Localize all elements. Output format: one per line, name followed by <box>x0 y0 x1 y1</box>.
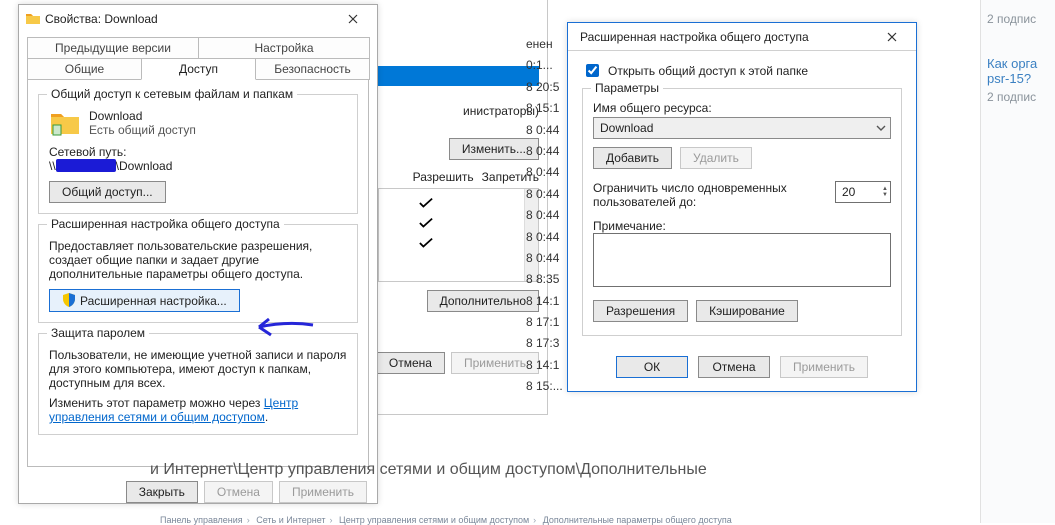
add-share-button[interactable]: Добавить <box>593 147 672 169</box>
note-label: Примечание: <box>593 219 891 233</box>
tab-security[interactable]: Безопасность <box>255 58 370 80</box>
remove-share-button: Удалить <box>680 147 752 169</box>
tabs: Предыдущие версии Настройка Общие Доступ… <box>19 33 377 80</box>
limit-value: 20 <box>842 185 855 199</box>
titlebar[interactable]: Свойства: Download <box>19 5 377 33</box>
sidebar-sub-top: 2 подпис <box>987 12 1049 26</box>
open-share-checkbox-row[interactable]: Открыть общий доступ к этой папке <box>582 61 902 80</box>
advanced-desc: Предоставляет пользовательские разрешени… <box>49 239 347 281</box>
group-network-sharing: Общий доступ к сетевым файлам и папкам D… <box>38 94 358 214</box>
shared-status: Есть общий доступ <box>89 123 196 137</box>
breadcrumb-large: и Интернет\Центр управления сетями и общ… <box>150 461 707 479</box>
close-icon <box>348 14 358 24</box>
params-fieldset: Параметры Имя общего ресурса: Download Д… <box>582 88 902 336</box>
caching-button[interactable]: Кэширование <box>696 300 798 322</box>
adv-footer: ОК Отмена Применить <box>568 346 916 388</box>
adv-body: Открыть общий доступ к этой папке Параме… <box>568 51 916 346</box>
cancel-footer-button: Отмена <box>204 481 273 503</box>
network-path: \\\Download <box>49 159 347 173</box>
share-name-label: Имя общего ресурса: <box>593 101 891 115</box>
group-advanced-sharing: Расширенная настройка общего доступа Пре… <box>38 224 358 323</box>
close-button[interactable] <box>333 7 373 31</box>
close-button[interactable] <box>872 25 912 49</box>
breadcrumb-small[interactable]: Панель управления› Сеть и Интернет› Цент… <box>160 515 732 525</box>
check-icon <box>419 217 433 229</box>
limit-spinner[interactable]: 20 ▲▼ <box>835 181 891 203</box>
check-icon <box>419 237 433 249</box>
network-path-label: Сетевой путь: <box>49 145 347 159</box>
redacted-hostname <box>56 159 116 172</box>
share-name-select[interactable]: Download <box>593 117 891 139</box>
apply-footer-button: Применить <box>279 481 367 503</box>
titlebar[interactable]: Расширенная настройка общего доступа <box>568 23 916 51</box>
bg-cancel-button[interactable]: Отмена <box>376 352 445 374</box>
group-legend: Защита паролем <box>47 326 149 340</box>
shared-folder-icon <box>49 109 81 137</box>
spin-down-icon[interactable]: ▼ <box>882 192 888 198</box>
close-footer-button[interactable]: Закрыть <box>126 481 198 503</box>
properties-window: Свойства: Download Предыдущие версии Нас… <box>18 4 378 504</box>
chevron-down-icon <box>876 125 886 131</box>
advanced-sharing-button[interactable]: Расширенная настройка... <box>49 289 240 312</box>
limit-label: Ограничить число одновременных пользоват… <box>593 181 825 209</box>
shared-folder-name: Download <box>89 109 196 123</box>
group-legend: Расширенная настройка общего доступа <box>47 217 284 231</box>
bg-advanced-button[interactable]: Дополнительно <box>427 290 539 312</box>
advanced-sharing-window: Расширенная настройка общего доступа Отк… <box>567 22 917 392</box>
group-password-protection: Защита паролем Пользователи, не имеющие … <box>38 333 358 435</box>
bg-permissions-window: инистраторы) Изменить... Разрешить Запре… <box>378 0 548 415</box>
share-button[interactable]: Общий доступ... <box>49 181 166 203</box>
sidebar-question-link[interactable]: Как орга psr-15? <box>987 56 1049 86</box>
sidebar-sub-bot: 2 подпис <box>987 90 1049 104</box>
tab-general[interactable]: Общие <box>27 58 142 80</box>
window-title: Свойства: Download <box>41 12 333 26</box>
tab-prev-versions[interactable]: Предыдущие версии <box>27 37 199 58</box>
page-sidebar: 2 подпис Как орга psr-15? 2 подпис <box>980 0 1055 523</box>
apply-button: Применить <box>780 356 868 378</box>
properties-footer: Закрыть Отмена Применить <box>19 475 377 509</box>
window-title: Расширенная настройка общего доступа <box>574 30 872 44</box>
pwd-text1: Пользователи, не имеющие учетной записи … <box>49 348 347 390</box>
bg-allow-header: Разрешить <box>413 170 474 184</box>
tab-settings[interactable]: Настройка <box>198 37 370 58</box>
note-textarea[interactable] <box>593 233 891 287</box>
open-share-checkbox[interactable] <box>586 64 599 77</box>
close-icon <box>887 32 897 42</box>
group-legend: Общий доступ к сетевым файлам и папкам <box>47 87 297 101</box>
pwd-text2: Изменить этот параметр можно через Центр… <box>49 396 347 424</box>
folder-icon <box>25 11 41 27</box>
cancel-button[interactable]: Отмена <box>698 356 770 378</box>
params-legend: Параметры <box>591 81 663 95</box>
check-icon <box>419 197 433 209</box>
bg-timestamps: енен0:1...8 20:5 8 15:18 0:448 0:44 8 0:… <box>526 34 570 398</box>
bg-admins-label: инистраторы) <box>378 102 547 120</box>
tab-content: Общий доступ к сетевым файлам и папкам D… <box>27 79 369 467</box>
bg-selected-row[interactable] <box>378 66 539 86</box>
shield-icon <box>62 293 76 307</box>
open-share-label: Открыть общий доступ к этой папке <box>608 64 808 78</box>
tab-sharing[interactable]: Доступ <box>141 58 256 80</box>
ok-button[interactable]: ОК <box>616 356 688 378</box>
permissions-button[interactable]: Разрешения <box>593 300 688 322</box>
share-name-value: Download <box>600 121 653 135</box>
